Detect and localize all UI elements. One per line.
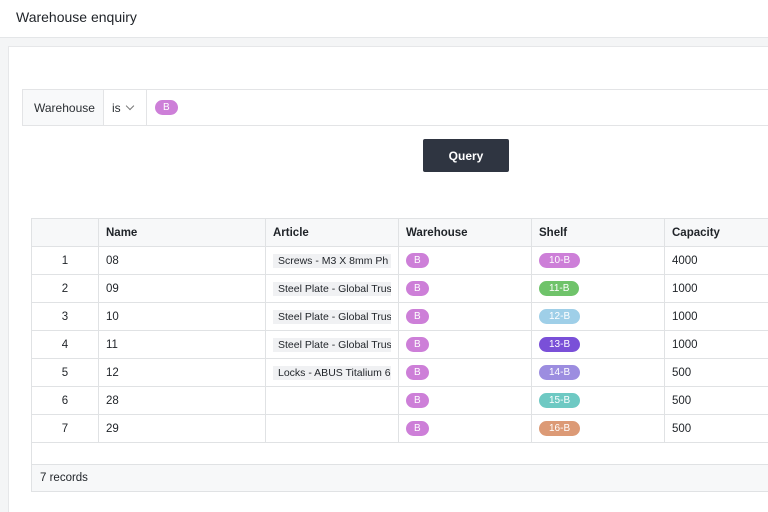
filter-value-tag[interactable]: B — [155, 100, 178, 115]
article-chip[interactable]: Steel Plate - Global Trus — [273, 281, 391, 296]
row-index: 6 — [31, 386, 99, 415]
cell-shelf[interactable]: 15-B — [531, 386, 665, 415]
cell-capacity[interactable]: 4000 — [664, 246, 768, 275]
cell-name[interactable]: 08 — [98, 246, 266, 275]
cell-article[interactable]: Locks - ABUS Titalium 6 — [265, 358, 399, 387]
article-chip[interactable]: Screws - M3 X 8mm Ph — [273, 253, 391, 268]
filter-operator-label: is — [112, 100, 121, 115]
cell-shelf[interactable]: 10-B — [531, 246, 665, 275]
table-row[interactable]: 5 12 Locks - ABUS Titalium 6 B 14-B 500 — [31, 358, 768, 387]
filter-operator-select[interactable]: is — [104, 90, 147, 125]
cell-capacity[interactable]: 1000 — [664, 274, 768, 303]
row-index: 1 — [31, 246, 99, 275]
cell-name[interactable]: 09 — [98, 274, 266, 303]
cell-shelf[interactable]: 11-B — [531, 274, 665, 303]
cell-warehouse[interactable]: B — [398, 330, 532, 359]
column-header-warehouse[interactable]: Warehouse — [398, 218, 532, 247]
cell-capacity[interactable]: 1000 — [664, 302, 768, 331]
table-empty-space — [31, 439, 768, 464]
row-index: 2 — [31, 274, 99, 303]
cell-name[interactable]: 12 — [98, 358, 266, 387]
warehouse-tag[interactable]: B — [406, 393, 429, 408]
warehouse-tag[interactable]: B — [406, 309, 429, 324]
filter-field-select[interactable]: Warehouse — [23, 90, 104, 125]
cell-article[interactable] — [265, 386, 399, 415]
cell-capacity[interactable]: 1000 — [664, 330, 768, 359]
top-bar: Warehouse enquiry — [0, 0, 768, 38]
table-row[interactable]: 6 28 B 15-B 500 — [31, 386, 768, 415]
cell-capacity[interactable]: 500 — [664, 386, 768, 415]
cell-shelf[interactable]: 13-B — [531, 330, 665, 359]
cell-name[interactable]: 28 — [98, 386, 266, 415]
table-header-row: Name Article Warehouse Shelf Capacity — [31, 218, 768, 247]
cell-name[interactable]: 11 — [98, 330, 266, 359]
shelf-tag[interactable]: 13-B — [539, 337, 581, 352]
shelf-tag[interactable]: 10-B — [539, 253, 581, 268]
shelf-tag[interactable]: 14-B — [539, 365, 581, 380]
warehouse-tag[interactable]: B — [406, 253, 429, 268]
query-button[interactable]: Query — [423, 139, 509, 172]
cell-name[interactable]: 10 — [98, 302, 266, 331]
column-header-article[interactable]: Article — [265, 218, 399, 247]
shelf-tag[interactable]: 15-B — [539, 393, 581, 408]
cell-shelf[interactable]: 14-B — [531, 358, 665, 387]
table-row[interactable]: 2 09 Steel Plate - Global Trus B 11-B 1000 — [31, 274, 768, 303]
cell-article[interactable]: Steel Plate - Global Trus — [265, 330, 399, 359]
cell-warehouse[interactable]: B — [398, 302, 532, 331]
cell-warehouse[interactable]: B — [398, 246, 532, 275]
article-chip[interactable]: Steel Plate - Global Trus — [273, 337, 391, 352]
row-index: 4 — [31, 330, 99, 359]
filter-bar: Warehouse is B — [22, 89, 768, 126]
results-table: Name Article Warehouse Shelf Capacity 10… — [31, 218, 768, 443]
table-row[interactable]: 3 10 Steel Plate - Global Trus B 12-B 1000 — [31, 302, 768, 331]
column-header-name[interactable]: Name — [98, 218, 266, 247]
table-row[interactable]: 1 08 Screws - M3 X 8mm Ph B 10-B 4000 — [31, 246, 768, 275]
row-index: 3 — [31, 302, 99, 331]
cell-article[interactable]: Steel Plate - Global Trus — [265, 302, 399, 331]
cell-warehouse[interactable]: B — [398, 274, 532, 303]
cell-capacity[interactable]: 500 — [664, 358, 768, 387]
warehouse-tag[interactable]: B — [406, 421, 429, 436]
column-header-capacity[interactable]: Capacity — [664, 218, 768, 247]
article-chip[interactable]: Steel Plate - Global Trus — [273, 309, 391, 324]
cell-warehouse[interactable]: B — [398, 386, 532, 415]
cell-article[interactable]: Steel Plate - Global Trus — [265, 274, 399, 303]
shelf-tag[interactable]: 12-B — [539, 309, 581, 324]
page-title: Warehouse enquiry — [16, 9, 137, 25]
filter-value-input[interactable]: B — [147, 100, 178, 115]
cell-warehouse[interactable]: B — [398, 358, 532, 387]
shelf-tag[interactable]: 16-B — [539, 421, 581, 436]
table-row[interactable]: 4 11 Steel Plate - Global Trus B 13-B 1000 — [31, 330, 768, 359]
shelf-tag[interactable]: 11-B — [539, 281, 580, 296]
warehouse-tag[interactable]: B — [406, 365, 429, 380]
record-count: 7 records — [40, 472, 88, 484]
cell-article[interactable]: Screws - M3 X 8mm Ph — [265, 246, 399, 275]
column-header-shelf[interactable]: Shelf — [531, 218, 665, 247]
warehouse-tag[interactable]: B — [406, 337, 429, 352]
table-footer: 7 records — [31, 464, 768, 492]
chevron-down-icon — [125, 101, 134, 111]
article-chip[interactable]: Locks - ABUS Titalium 6 — [273, 365, 391, 380]
column-header-index — [31, 218, 99, 247]
row-index: 5 — [31, 358, 99, 387]
warehouse-tag[interactable]: B — [406, 281, 429, 296]
cell-shelf[interactable]: 12-B — [531, 302, 665, 331]
